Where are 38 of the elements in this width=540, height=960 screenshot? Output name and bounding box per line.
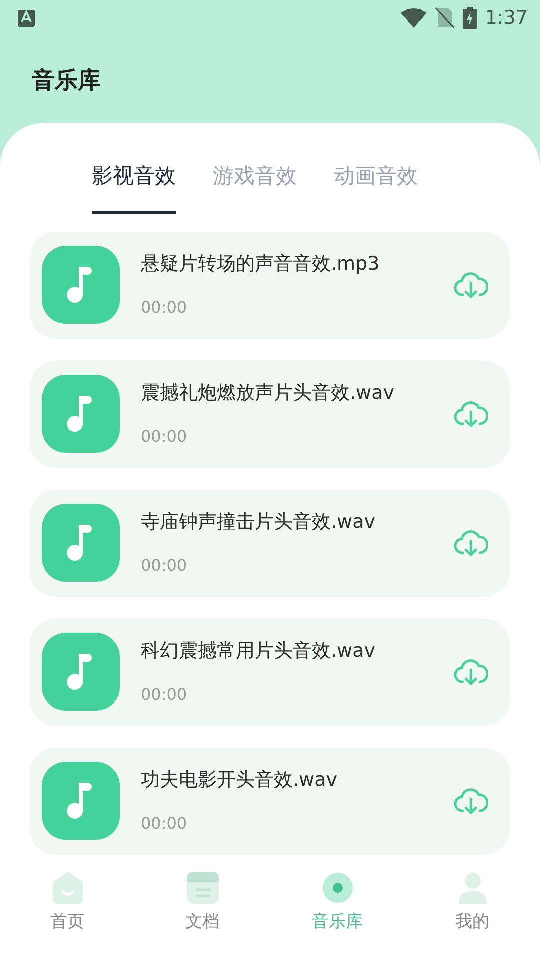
page-title: 音乐库 — [32, 66, 101, 96]
track-title: 悬疑片转场的声音音效.mp3 — [141, 252, 381, 277]
download-icon[interactable] — [454, 657, 488, 687]
nav-tab[interactable]: 首页 — [0, 870, 135, 950]
track-title: 震撼礼炮燃放声片头音效.wav — [141, 380, 396, 406]
nav-tab[interactable]: 文档 — [135, 870, 270, 950]
track-duration: 00:00 — [141, 555, 188, 578]
download-icon[interactable] — [454, 528, 488, 558]
battery-charging-icon — [463, 7, 478, 29]
download-icon[interactable] — [454, 270, 488, 300]
track-title: 科幻震撼常用片头音效.wav — [141, 638, 376, 664]
status-time: 1:37 — [485, 6, 528, 31]
keyboard-notification-icon — [18, 8, 35, 28]
wifi-icon — [401, 8, 428, 28]
track-duration: 00:00 — [141, 813, 188, 836]
home-icon — [50, 870, 84, 906]
no-sim-icon — [435, 7, 456, 29]
track-card[interactable]: 寺庙钟声撞击片头音效.wav 00:00 — [30, 490, 510, 596]
nav-tab[interactable]: 我的 — [405, 870, 540, 950]
music-note-icon — [42, 375, 120, 453]
disc-icon — [320, 870, 354, 906]
download-icon[interactable] — [454, 786, 488, 816]
music-note-icon — [42, 633, 120, 711]
download-icon[interactable] — [454, 399, 488, 429]
track-card[interactable]: 功夫电影开头音效.wav 00:00 — [30, 748, 510, 854]
category-tab[interactable]: 影视音效 — [92, 161, 176, 214]
track-title: 功夫电影开头音效.wav — [141, 768, 338, 793]
document-icon — [186, 870, 220, 906]
track-duration: 00:00 — [141, 426, 188, 448]
track-card[interactable]: 震撼礼炮燃放声片头音效.wav 00:00 — [30, 360, 510, 468]
music-note-icon — [42, 246, 120, 324]
music-note-icon — [42, 762, 120, 840]
track-duration: 00:00 — [141, 297, 188, 320]
track-title: 寺庙钟声撞击片头音效.wav — [141, 510, 376, 535]
track-card[interactable]: 科幻震撼常用片头音效.wav 00:00 — [30, 618, 510, 726]
track-card[interactable]: 悬疑片转场的声音音效.mp3 00:00 — [30, 232, 510, 338]
track-duration: 00:00 — [141, 684, 188, 706]
music-note-icon — [42, 504, 120, 582]
